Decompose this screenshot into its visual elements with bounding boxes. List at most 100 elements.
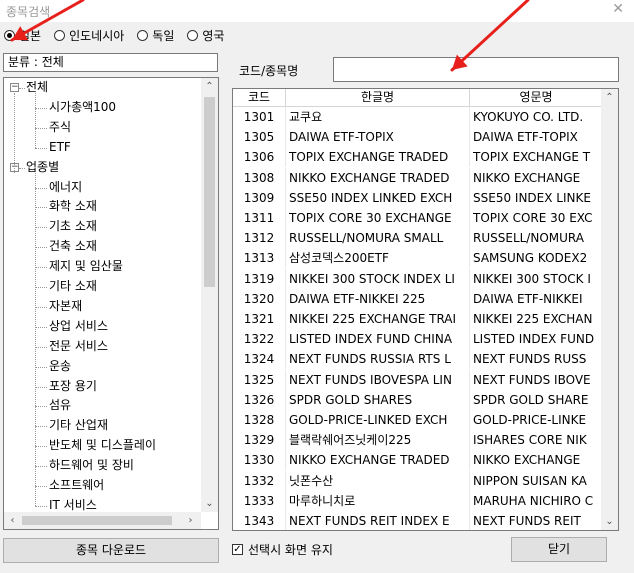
keep-screen-checkbox[interactable]: ✓ 선택시 화면 유지: [232, 541, 333, 558]
table-row[interactable]: 1321 NIKKEI 225 EXCHANGE TRAI NIKKEI 225 E…: [233, 309, 603, 329]
tree-group-item[interactable]: 업종별: [26, 158, 59, 177]
cell-korean-name: NIKKEI 225 EXCHANGE TRAI: [286, 309, 470, 329]
tree-connector-line: [35, 267, 47, 269]
tree-child-item[interactable]: 시가총액100: [49, 98, 116, 117]
table-row[interactable]: 1329 블랙락쉐어즈닛케이225 ISHARES CORE NIK: [233, 430, 603, 451]
table-row[interactable]: 1312 RUSSELL/NOMURA SMALL RUSSELL/NOMURA: [233, 228, 603, 249]
tree-child-item[interactable]: IT 서비스: [49, 496, 97, 512]
table-row[interactable]: 1324 NEXT FUNDS RUSSIA RTS L NEXT FUNDS RU…: [233, 349, 603, 370]
radio-uk[interactable]: 영국: [187, 27, 224, 44]
tree-connector-line: [35, 93, 36, 148]
cell-code: 1343: [233, 511, 286, 530]
table-row[interactable]: 1309 SSE50 INDEX LINKED EXCH SSE50 INDEX L…: [233, 187, 603, 208]
download-button[interactable]: 종목 다운로드: [3, 538, 219, 563]
scroll-left-icon[interactable]: ‹: [4, 512, 21, 529]
tree-child-item[interactable]: 운송: [49, 357, 71, 376]
scroll-thumb[interactable]: [204, 97, 215, 287]
table-row[interactable]: 1313 삼성코덱스200ETF SAMSUNG KODEX2: [233, 248, 603, 269]
cell-korean-name: NEXT FUNDS REIT INDEX E: [286, 511, 470, 530]
radio-indonesia[interactable]: 인도네시아: [54, 27, 124, 44]
tree-child-item[interactable]: 기타 소재: [49, 277, 97, 296]
table-row[interactable]: 1328 GOLD-PRICE-LINKED EXCH GOLD-PRICE-LIN…: [233, 410, 603, 430]
close-icon[interactable]: ✕: [612, 1, 624, 17]
tree-collapse-icon[interactable]: −: [10, 83, 19, 92]
cell-korean-name: 닛폰수산: [286, 470, 470, 491]
tree-child-item[interactable]: 섬유: [49, 396, 71, 415]
cell-code: 1324: [233, 349, 286, 370]
cell-code: 1311: [233, 208, 286, 228]
tree-child-item[interactable]: 기초 소재: [49, 217, 97, 236]
tree-child-item[interactable]: 전문 서비스: [49, 337, 108, 356]
tree-child-item[interactable]: 자본재: [49, 297, 82, 316]
table-row[interactable]: 1305 DAIWA ETF-TOPIX DAIWA ETF-TOPIX: [233, 127, 603, 148]
cell-code: 1328: [233, 410, 286, 430]
tree-child-item[interactable]: 건축 소재: [49, 237, 97, 256]
tree-horizontal-scrollbar[interactable]: ‹ ›: [4, 512, 201, 529]
tree-connector-line: [19, 88, 25, 89]
grid-vertical-scrollbar[interactable]: ⌃ ⌄: [601, 89, 618, 530]
header-english-name[interactable]: 영문명: [470, 89, 603, 106]
radio-germany-label: 독일: [152, 28, 175, 43]
tree-child-item[interactable]: 화학 소재: [49, 197, 97, 216]
tree-child-item[interactable]: 기타 산업재: [49, 416, 108, 435]
table-row[interactable]: 1343 NEXT FUNDS REIT INDEX E NEXT FUNDS RE…: [233, 511, 603, 530]
tree-connector-line: [35, 426, 47, 428]
cell-english-name: LISTED INDEX FUND: [470, 329, 603, 350]
tree-vertical-scrollbar[interactable]: ⌃ ⌄: [201, 78, 218, 512]
tree-connector-line: [35, 227, 47, 229]
tree-child-item[interactable]: 소프트웨어: [49, 476, 104, 495]
tree-group-item[interactable]: 전체: [26, 78, 48, 97]
table-row[interactable]: 1322 LISTED INDEX FUND CHINA LISTED INDEX …: [233, 329, 603, 350]
table-row[interactable]: 1333 마루하니치로 MARUHA NICHIRO C: [233, 490, 603, 511]
scroll-up-icon[interactable]: ⌃: [201, 78, 218, 95]
cell-english-name: NIPPON SUISAN KA: [470, 470, 603, 491]
tree-connector-line: [35, 406, 47, 408]
cell-code: 1306: [233, 147, 286, 168]
table-row[interactable]: 1301 교쿠요 KYOKUYO CO. LTD.: [233, 107, 603, 127]
category-tree[interactable]: 전체 − 시가총액100 주식 ETF 업종별 − 에너지 화학 소재 기초 소재 건축 소재 제지 …: [3, 77, 219, 530]
close-button[interactable]: 닫기: [511, 537, 607, 562]
table-row[interactable]: 1326 SPDR GOLD SHARES SPDR GOLD SHARE: [233, 389, 603, 410]
tree-child-item[interactable]: 반도체 및 디스플레이: [49, 436, 156, 455]
grid-header: 코드 한글명 영문명: [233, 89, 603, 107]
table-row[interactable]: 1320 DAIWA ETF-NIKKEI 225 DAIWA ETF-NIKKEI: [233, 288, 603, 309]
tree-child-item[interactable]: 주식: [49, 118, 71, 137]
cell-code: 1305: [233, 127, 286, 148]
cell-english-name: NIKKEI 225 EXCHAN: [470, 309, 603, 329]
table-row[interactable]: 1332 닛폰수산 NIPPON SUISAN KA: [233, 470, 603, 491]
tree-child-item[interactable]: ETF: [49, 138, 71, 157]
cell-english-name: NIKKO EXCHANGE: [470, 167, 603, 188]
tree-child-item[interactable]: 포장 용기: [49, 377, 97, 396]
cell-english-name: NEXT FUNDS REIT: [470, 511, 603, 530]
scroll-up-icon[interactable]: ⌃: [601, 89, 618, 106]
table-row[interactable]: 1306 TOPIX EXCHANGE TRADED TOPIX EXCHANGE …: [233, 147, 603, 168]
scroll-down-icon[interactable]: ⌄: [601, 513, 618, 530]
header-code[interactable]: 코드: [233, 89, 286, 106]
radio-japan[interactable]: 일본: [4, 27, 41, 44]
table-row[interactable]: 1311 TOPIX CORE 30 EXCHANGE TOPIX CORE 30 …: [233, 208, 603, 228]
tree-connector-line: [35, 366, 47, 368]
table-row[interactable]: 1330 NIKKO EXCHANGE TRADED NIKKO EXCHANGE: [233, 450, 603, 471]
tree-child-item[interactable]: 상업 서비스: [49, 317, 108, 336]
tree-connector-line: [35, 287, 47, 288]
cell-english-name: MARUHA NICHIRO C: [470, 490, 603, 511]
tree-child-item[interactable]: 제지 및 임산물: [49, 257, 123, 276]
scroll-thumb-horizontal[interactable]: [22, 516, 172, 525]
tree-connector-line: [35, 147, 47, 149]
table-row[interactable]: 1319 NIKKEI 300 STOCK INDEX LI NIKKEI 300 …: [233, 268, 603, 289]
radio-germany[interactable]: 독일: [137, 27, 174, 44]
scroll-down-icon[interactable]: ⌄: [201, 495, 218, 512]
window-title: 종목검색: [6, 5, 51, 19]
header-korean-name[interactable]: 한글명: [286, 89, 470, 106]
cell-korean-name: DAIWA ETF-TOPIX: [286, 127, 470, 148]
table-row[interactable]: 1308 NIKKO EXCHANGE TRADED NIKKO EXCHANGE: [233, 167, 603, 188]
stock-grid[interactable]: 코드 한글명 영문명 1301 교쿠요 KYOKUYO CO. LTD. 1305 DA…: [232, 88, 619, 531]
scroll-right-icon[interactable]: ›: [182, 512, 199, 529]
tree-child-item[interactable]: 에너지: [49, 178, 82, 197]
table-row[interactable]: 1325 NEXT FUNDS IBOVESPA LIN NEXT FUNDS IB…: [233, 369, 603, 390]
search-input[interactable]: [333, 57, 619, 82]
cell-english-name: NIKKEI 300 STOCK I: [470, 268, 603, 289]
cell-code: 1313: [233, 248, 286, 269]
tree-child-item[interactable]: 하드웨어 및 장비: [49, 456, 134, 475]
tree-connector-line: [35, 386, 47, 388]
